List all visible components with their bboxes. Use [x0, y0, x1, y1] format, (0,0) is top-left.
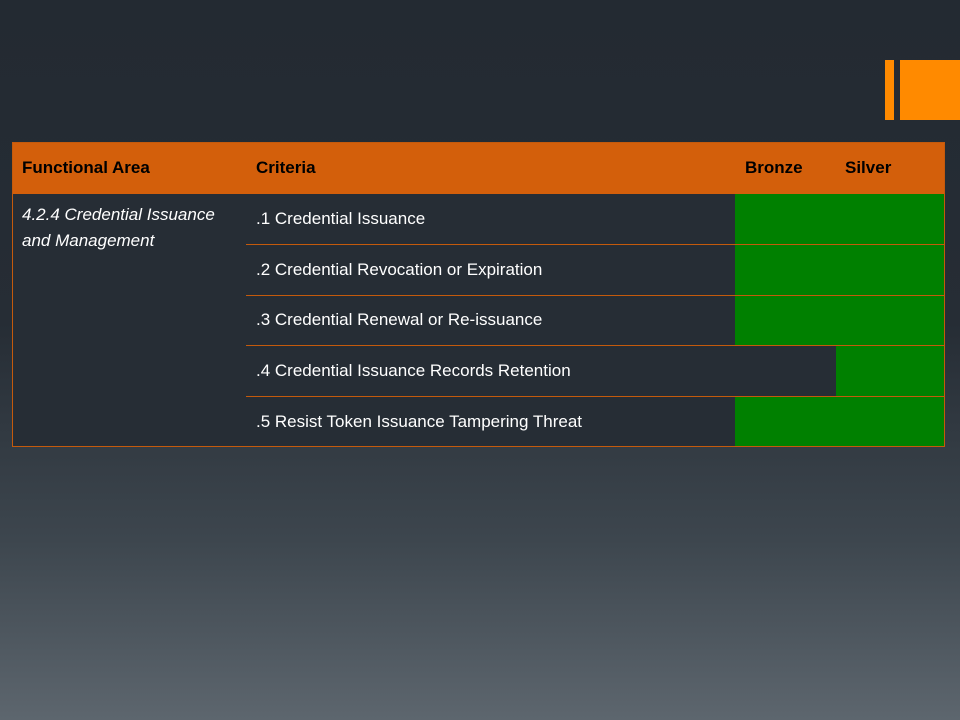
silver-level-cell — [836, 244, 945, 296]
accent-bar-thin — [885, 60, 894, 120]
header-criteria: Criteria — [246, 142, 735, 194]
bronze-level-cell — [735, 194, 836, 246]
table-header-row: Functional Area Criteria Bronze Silver — [12, 142, 945, 194]
silver-level-cell — [836, 295, 945, 347]
silver-level-cell — [836, 396, 945, 447]
table-row: 4.2.4 Credential Issuance and Management… — [12, 194, 945, 447]
criteria-table: Functional Area Criteria Bronze Silver 4… — [12, 142, 945, 447]
silver-level-cell — [836, 345, 945, 397]
criteria-cell: .2 Credential Revocation or Expiration — [246, 244, 735, 296]
header-bronze: Bronze — [735, 142, 836, 194]
bronze-level-cell — [735, 396, 836, 447]
criteria-cell: .3 Credential Renewal or Re-issuance — [246, 295, 735, 347]
bronze-level-cell — [735, 345, 836, 397]
silver-level-cell — [836, 194, 945, 246]
bronze-level-cell — [735, 244, 836, 296]
criteria-cell: .5 Resist Token Issuance Tampering Threa… — [246, 396, 735, 447]
bronze-level-cell — [735, 295, 836, 347]
header-silver: Silver — [836, 142, 945, 194]
functional-area-cell: 4.2.4 Credential Issuance and Management — [12, 194, 246, 447]
accent-bar-wide — [900, 60, 960, 120]
criteria-cell: .4 Credential Issuance Records Retention — [246, 345, 735, 397]
criteria-cell: .1 Credential Issuance — [246, 194, 735, 246]
header-functional-area: Functional Area — [12, 142, 246, 194]
